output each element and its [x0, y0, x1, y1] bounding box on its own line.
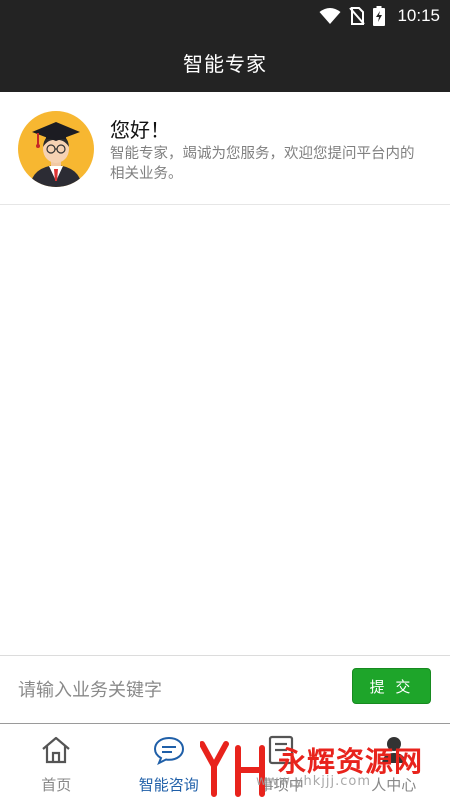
keyword-search-input[interactable]	[18, 672, 318, 708]
tab-personal-center-label: 人中心	[371, 776, 417, 794]
tab-personal-center[interactable]: 人中心	[338, 724, 450, 800]
document-icon	[267, 734, 295, 766]
tab-matters-label: 事项中	[258, 776, 304, 794]
query-input-bar: 提 交	[0, 655, 450, 724]
status-time: 10:15	[397, 6, 440, 25]
bottom-tab-bar: 首页 智能咨询 事项中 人中心	[0, 724, 450, 800]
no-sim-icon	[349, 7, 366, 25]
tab-home[interactable]: 首页	[0, 724, 113, 800]
tab-home-label: 首页	[41, 776, 72, 794]
expert-message: 您好！ 智能专家，竭诚为您服务，欢迎您提问平台内的相关业务。	[0, 92, 450, 205]
page-title: 智能专家	[183, 51, 267, 76]
home-icon	[41, 734, 71, 766]
tab-matters[interactable]: 事项中	[225, 724, 338, 800]
status-bar: 10:15	[0, 0, 450, 32]
battery-charging-icon	[373, 6, 386, 26]
expert-intro-text: 智能专家，竭诚为您服务，欢迎您提问平台内的相关业务。	[110, 146, 415, 182]
tab-smart-consult[interactable]: 智能咨询	[113, 724, 226, 800]
wifi-icon	[319, 7, 341, 25]
title-bar: 智能专家	[0, 32, 450, 92]
chat-bubble-icon	[153, 734, 185, 766]
expert-graduate-avatar-icon	[18, 111, 94, 187]
person-icon	[380, 734, 408, 766]
greeting-text: 您好！	[110, 118, 170, 142]
tab-smart-consult-label: 智能咨询	[138, 776, 199, 794]
submit-button[interactable]: 提 交	[352, 668, 431, 704]
